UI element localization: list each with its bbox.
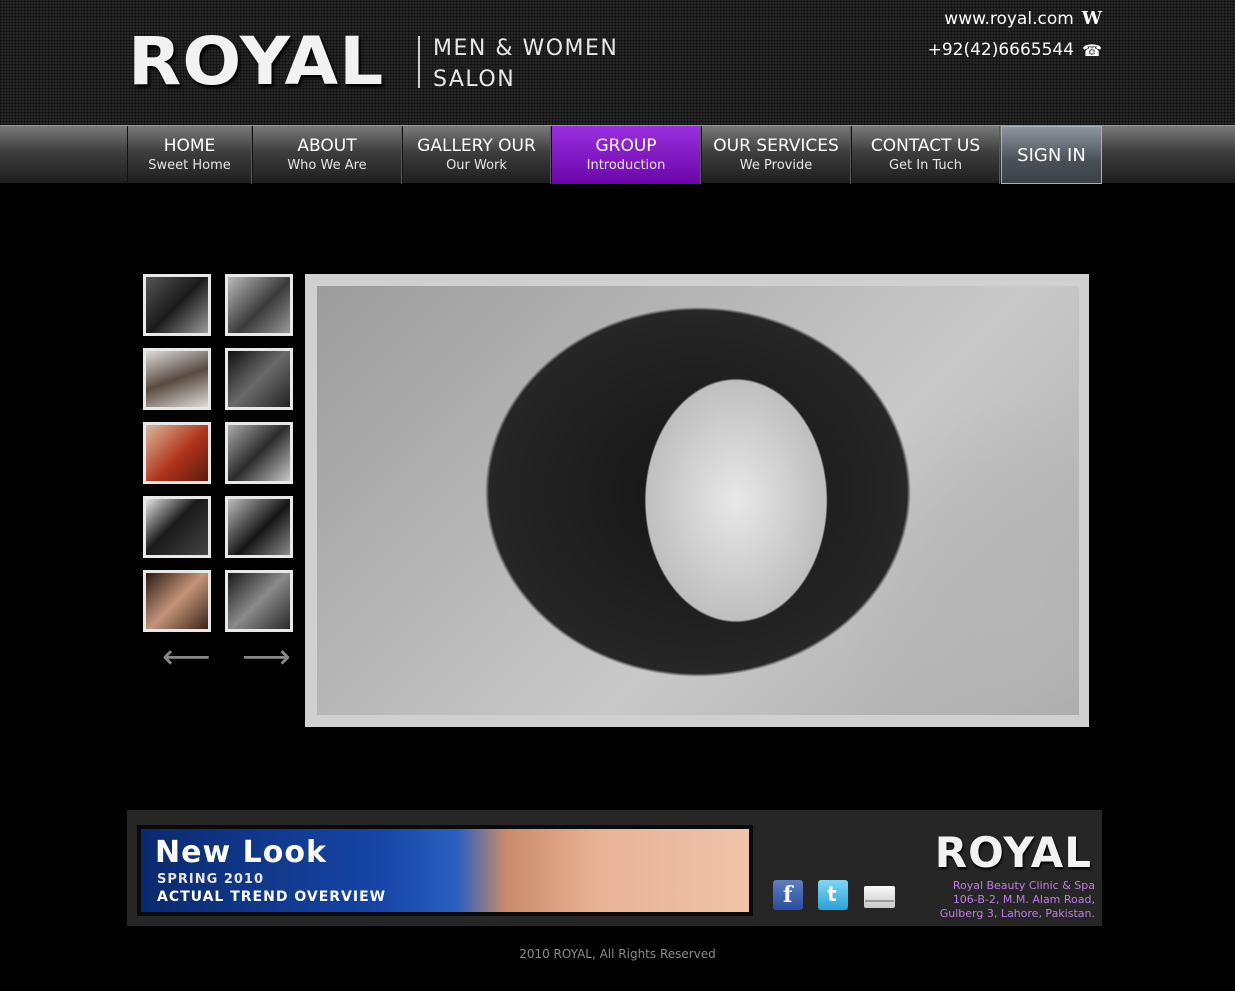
phone-contact: +92(42)6665544 ☎ [928, 40, 1102, 60]
nav-item-home[interactable]: HOME Sweet Home [127, 126, 252, 184]
phone-icon: ☎ [1082, 40, 1102, 60]
address-line: 106-B-2, M.M. Alam Road, [952, 893, 1095, 906]
gallery-thumbnail[interactable] [143, 348, 211, 410]
site-logo[interactable]: ROYAL [128, 26, 384, 98]
nav-title: ABOUT [297, 136, 357, 156]
footer-band: New Look SPRING 2010 ACTUAL TREND OVERVI… [127, 810, 1102, 926]
sign-in-button[interactable]: SIGN IN [1001, 126, 1102, 184]
footer-logo: ROYAL [934, 828, 1092, 877]
address: Royal Beauty Clinic & Spa 106-B-2, M.M. … [940, 879, 1095, 921]
nav-subtitle: Sweet Home [148, 158, 231, 173]
banner-subtitle: SPRING 2010 [157, 872, 264, 887]
gallery-thumbnail[interactable] [143, 496, 211, 558]
nav-subtitle: Our Work [446, 158, 507, 173]
copyright: 2010 ROYAL, All Rights Reserved [519, 947, 716, 961]
address-line: Gulberg 3, Lahore, Pakistan. [939, 907, 1095, 920]
main-photo [317, 286, 1079, 715]
nav-subtitle: Who We Are [287, 158, 367, 173]
banner-caption: ACTUAL TREND OVERVIEW [157, 889, 387, 905]
tagline-line1: MEN & WOMEN [433, 36, 619, 61]
sign-in-label: SIGN IN [1017, 144, 1086, 166]
mail-icon[interactable] [864, 886, 895, 908]
main-image-frame [305, 274, 1089, 727]
nav-title: CONTACT US [870, 136, 981, 156]
banner-title: New Look [155, 835, 327, 870]
gallery-thumbnail[interactable] [225, 274, 293, 336]
tagline: MEN & WOMEN SALON [433, 33, 618, 95]
nav-subtitle: Get In Tuch [888, 158, 963, 173]
nav-title: GALLERY OUR [417, 136, 536, 156]
nav-title: GROUP [595, 136, 657, 156]
twitter-icon[interactable]: t [818, 880, 848, 910]
nav-item-contact[interactable]: CONTACT US Get In Tuch [851, 126, 1000, 184]
nav-item-about[interactable]: ABOUT Who We Are [252, 126, 402, 184]
gallery-thumbnail[interactable] [143, 570, 211, 632]
website-text[interactable]: www.royal.com [944, 9, 1073, 29]
address-line: Royal Beauty Clinic & Spa [952, 879, 1095, 892]
phone-text: +92(42)6665544 [927, 40, 1075, 60]
gallery-thumbnail[interactable] [143, 274, 211, 336]
nav-item-services[interactable]: OUR SERVICES We Provide [701, 126, 851, 184]
navbar: HOME Sweet Home ABOUT Who We Are GALLERY… [0, 125, 1235, 184]
facebook-icon[interactable]: f [773, 880, 803, 910]
logo-divider [418, 36, 420, 88]
tagline-line2: SALON [433, 67, 516, 92]
web-icon: W [1081, 8, 1102, 29]
gallery-thumbnail[interactable] [225, 496, 293, 558]
gallery-thumbnail[interactable] [225, 422, 293, 484]
arrow-left-icon[interactable]: ⟵ [162, 640, 211, 674]
gallery-thumbnail[interactable] [143, 422, 211, 484]
header: ROYAL MEN & WOMEN SALON www.royal.com W … [0, 0, 1235, 125]
nav-item-group[interactable]: GROUP Introduction [551, 126, 701, 184]
nav-title: OUR SERVICES [713, 136, 839, 156]
nav-title: HOME [163, 136, 216, 156]
nav-item-gallery[interactable]: GALLERY OUR Our Work [402, 126, 551, 184]
promo-banner[interactable]: New Look SPRING 2010 ACTUAL TREND OVERVI… [137, 825, 753, 916]
gallery-thumbnail[interactable] [225, 570, 293, 632]
nav-subtitle: We Provide [739, 158, 813, 173]
gallery-thumbnail[interactable] [225, 348, 293, 410]
arrow-right-icon[interactable]: ⟶ [242, 640, 291, 674]
main-nav: HOME Sweet Home ABOUT Who We Are GALLERY… [127, 126, 1102, 184]
nav-subtitle: Introduction [586, 158, 666, 173]
website-contact[interactable]: www.royal.com W [944, 8, 1102, 29]
